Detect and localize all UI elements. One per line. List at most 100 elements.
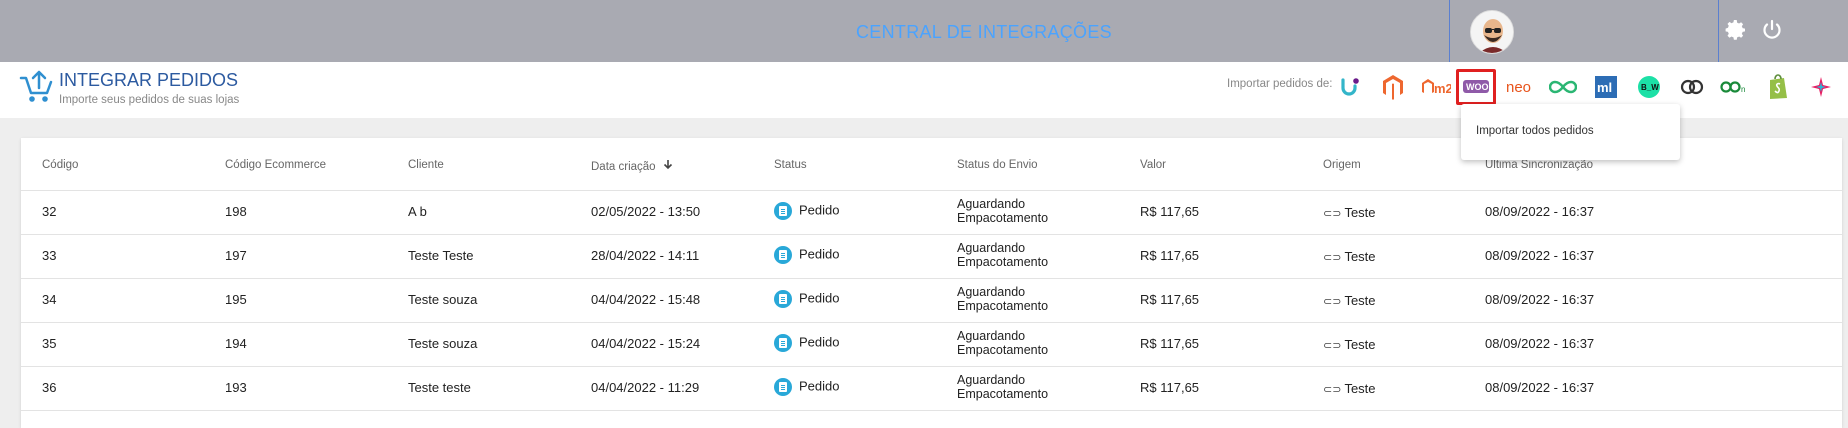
link-icon[interactable] xyxy=(1672,69,1712,105)
cell-origem: ⊂⊃ Teste xyxy=(1323,293,1376,308)
status-envio-line1: Aguardando xyxy=(957,197,1026,211)
link-icon: ⊂⊃ xyxy=(1323,384,1342,396)
column-header-data-criacao[interactable]: Data criação xyxy=(591,159,673,173)
status-envio-line2: Empacotamento xyxy=(957,343,1049,357)
column-header-status[interactable]: Status xyxy=(774,159,807,171)
status-envio-line2: Empacotamento xyxy=(957,211,1049,225)
svg-text:m2: m2 xyxy=(1434,81,1451,96)
cell-codigo: 33 xyxy=(42,248,57,263)
row-divider xyxy=(21,190,1842,191)
status-text: Pedido xyxy=(799,334,840,350)
column-header-label: Data criação xyxy=(591,161,656,173)
shopify-icon[interactable] xyxy=(1758,69,1798,105)
cell-cliente: Teste souza xyxy=(408,292,478,307)
cell-data-criacao: 28/04/2022 - 14:11 xyxy=(591,248,700,263)
cell-ultima-sincronizacao: 08/09/2022 - 16:37 xyxy=(1485,292,1595,307)
row-divider xyxy=(21,278,1842,279)
cell-codigo: 34 xyxy=(42,292,57,307)
row-divider xyxy=(21,234,1842,235)
cell-status-envio: Aguardando Empacotamento xyxy=(957,373,1048,401)
status-envio-line2: Empacotamento xyxy=(957,255,1049,269)
status-envio-line1: Aguardando xyxy=(957,285,1026,299)
top-bar: CENTRAL DE INTEGRAÇÕES xyxy=(0,0,1848,62)
page-title: INTEGRAR PEDIDOS xyxy=(59,70,239,90)
document-icon xyxy=(774,246,792,264)
row-divider xyxy=(21,410,1842,411)
link-icon: ⊂⊃ xyxy=(1323,208,1342,220)
cell-origem: ⊂⊃ Teste xyxy=(1323,249,1376,264)
gear-icon[interactable] xyxy=(1724,18,1748,42)
import-all-orders-item[interactable]: Importar todos pedidos xyxy=(1476,125,1594,137)
cell-codigo: 35 xyxy=(42,336,57,351)
magento2-icon[interactable]: m2 xyxy=(1416,69,1456,105)
origem-text: Teste xyxy=(1344,205,1376,220)
cell-cliente: Teste teste xyxy=(408,380,471,395)
neo-icon[interactable]: neo xyxy=(1500,69,1540,105)
status-text: Pedido xyxy=(799,202,840,218)
cell-data-criacao: 04/04/2022 - 15:24 xyxy=(591,336,701,351)
woocommerce-icon[interactable]: WOO xyxy=(1456,69,1496,105)
cell-valor: R$ 117,65 xyxy=(1140,380,1200,395)
avatar[interactable] xyxy=(1470,10,1514,54)
cell-data-criacao: 02/05/2022 - 13:50 xyxy=(591,204,701,219)
status-envio-line1: Aguardando xyxy=(957,373,1026,387)
import-dropdown: Importar todos pedidos xyxy=(1461,104,1680,160)
origem-text: Teste xyxy=(1344,381,1376,396)
status-envio-line2: Empacotamento xyxy=(957,299,1049,313)
cell-codigo-ecommerce: 195 xyxy=(225,292,247,307)
cell-codigo-ecommerce: 193 xyxy=(225,380,247,395)
column-header-status-envio[interactable]: Status do Envio xyxy=(957,159,1038,171)
cell-origem: ⊂⊃ Teste xyxy=(1323,337,1376,352)
cell-codigo-ecommerce: 197 xyxy=(225,248,247,263)
bw-icon[interactable]: B_W xyxy=(1629,69,1669,105)
app-title: CENTRAL DE INTEGRAÇÕES xyxy=(856,22,1112,42)
svg-text:neo: neo xyxy=(1506,79,1531,96)
svg-text:B_W: B_W xyxy=(1641,83,1659,92)
cell-status: Pedido xyxy=(774,334,839,352)
page-subtitle: Importe seus pedidos de suas lojas xyxy=(59,94,240,106)
cart-upload-icon xyxy=(19,68,57,106)
document-icon xyxy=(774,290,792,308)
cell-status-envio: Aguardando Empacotamento xyxy=(957,285,1048,313)
cell-cliente: Teste Teste xyxy=(408,248,474,263)
status-envio-line1: Aguardando xyxy=(957,329,1026,343)
column-header-codigo-ecommerce[interactable]: Código Ecommerce xyxy=(225,159,326,171)
column-header-codigo[interactable]: Código xyxy=(42,159,78,171)
document-icon xyxy=(774,334,792,352)
svg-text:WOO: WOO xyxy=(1466,82,1489,92)
row-divider xyxy=(21,366,1842,367)
column-header-cliente[interactable]: Cliente xyxy=(408,159,444,171)
cell-status: Pedido xyxy=(774,290,839,308)
cell-status: Pedido xyxy=(774,246,839,264)
status-text: Pedido xyxy=(799,378,840,394)
svg-text:ml: ml xyxy=(1597,80,1612,95)
origem-text: Teste xyxy=(1344,293,1376,308)
mercadolivre-icon[interactable]: ml xyxy=(1586,69,1626,105)
cell-cliente: Teste souza xyxy=(408,336,478,351)
status-envio-line1: Aguardando xyxy=(957,241,1026,255)
infinity-icon[interactable] xyxy=(1543,69,1583,105)
cell-status-envio: Aguardando Empacotamento xyxy=(957,197,1048,225)
cell-origem: ⊂⊃ Teste xyxy=(1323,205,1376,220)
row-divider xyxy=(21,322,1842,323)
column-header-ultima-sincronizacao[interactable]: Última Sincronização xyxy=(1485,159,1593,171)
cell-origem: ⊂⊃ Teste xyxy=(1323,381,1376,396)
cell-valor: R$ 117,65 xyxy=(1140,292,1200,307)
cell-ultima-sincronizacao: 08/09/2022 - 16:37 xyxy=(1485,380,1595,395)
origem-text: Teste xyxy=(1344,337,1376,352)
link-icon: ⊂⊃ xyxy=(1323,252,1342,264)
cell-valor: R$ 117,65 xyxy=(1140,336,1200,351)
loja-integrada-icon[interactable]: n xyxy=(1715,69,1755,105)
column-header-origem[interactable]: Origem xyxy=(1323,159,1361,171)
cell-ultima-sincronizacao: 08/09/2022 - 16:37 xyxy=(1485,336,1595,351)
power-icon[interactable] xyxy=(1760,18,1784,42)
import-label: Importar pedidos de: xyxy=(1227,78,1333,90)
u-platform-icon[interactable] xyxy=(1330,69,1370,105)
column-header-valor[interactable]: Valor xyxy=(1140,159,1166,171)
cell-data-criacao: 04/04/2022 - 11:29 xyxy=(591,380,700,395)
magento-icon[interactable] xyxy=(1373,69,1413,105)
star-platform-icon[interactable] xyxy=(1801,69,1841,105)
cell-cliente: A b xyxy=(408,204,427,219)
user-area xyxy=(1449,0,1719,62)
cell-status-envio: Aguardando Empacotamento xyxy=(957,241,1048,269)
